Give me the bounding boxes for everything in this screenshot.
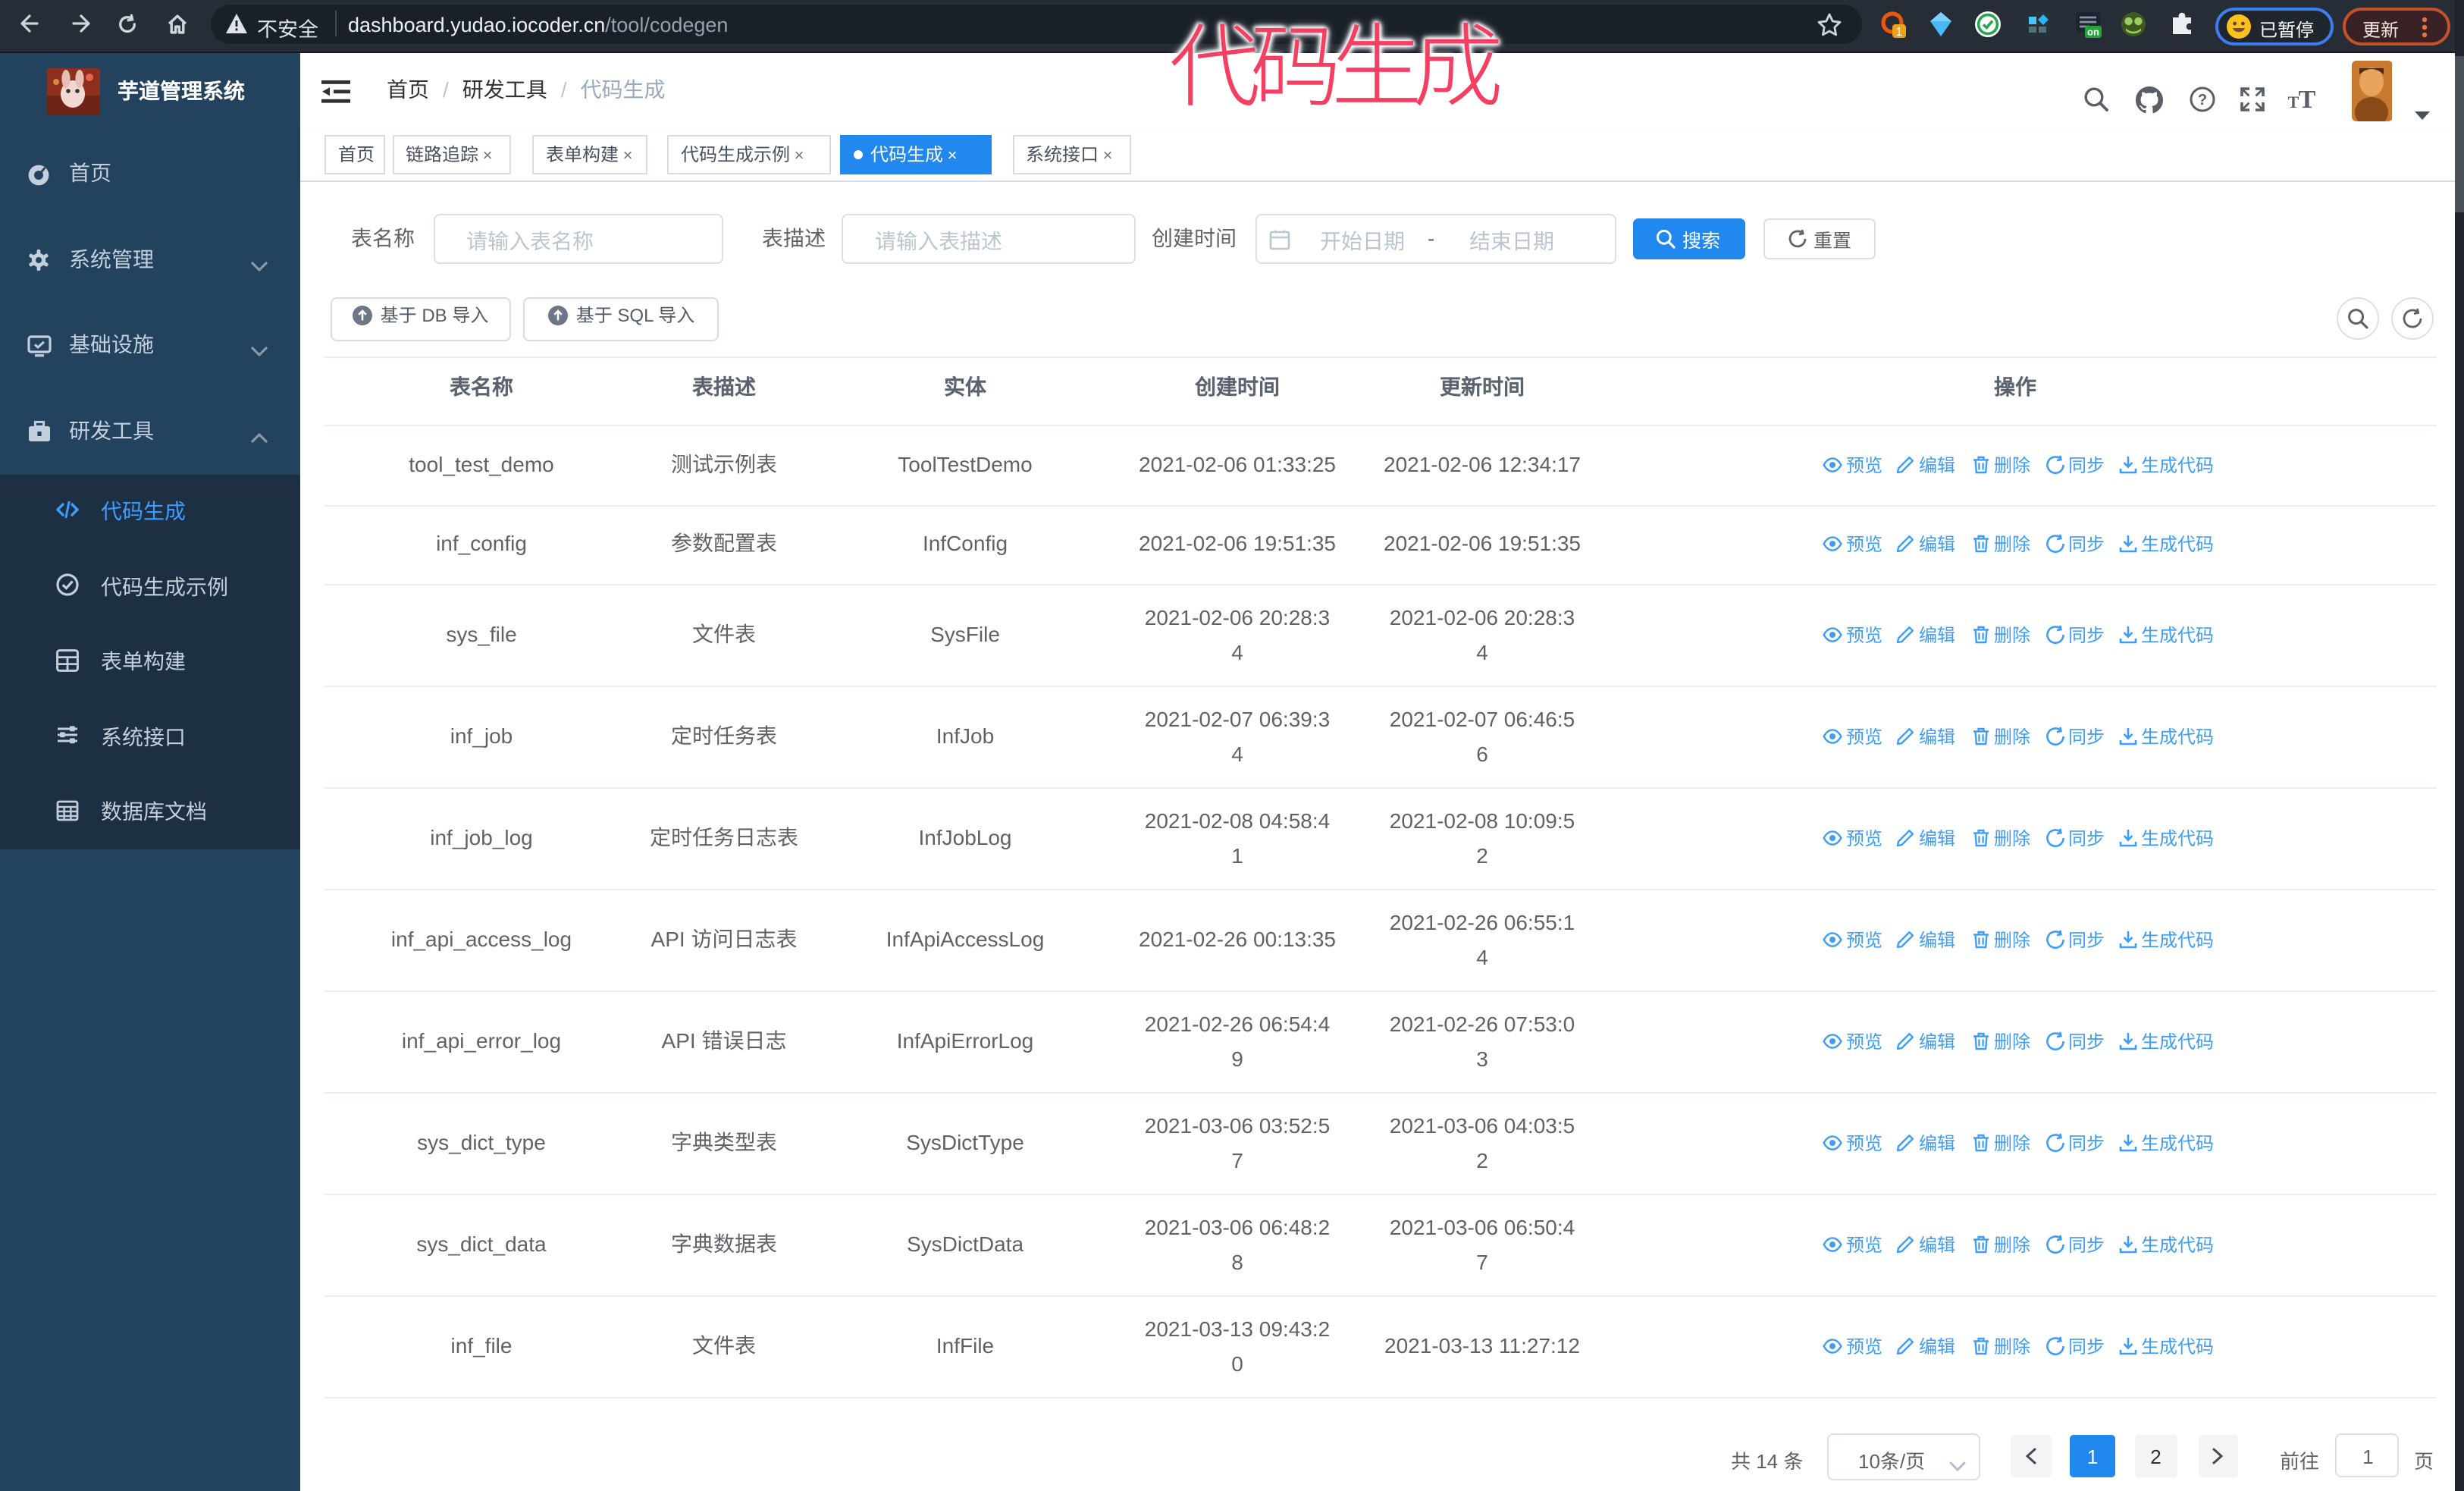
svg-text:on: on [2087,26,2099,37]
svg-text:1: 1 [1896,25,1903,37]
svg-text:T: T [2299,86,2316,110]
svg-text:T: T [2288,92,2299,110]
svg-text:?: ? [2198,91,2207,108]
